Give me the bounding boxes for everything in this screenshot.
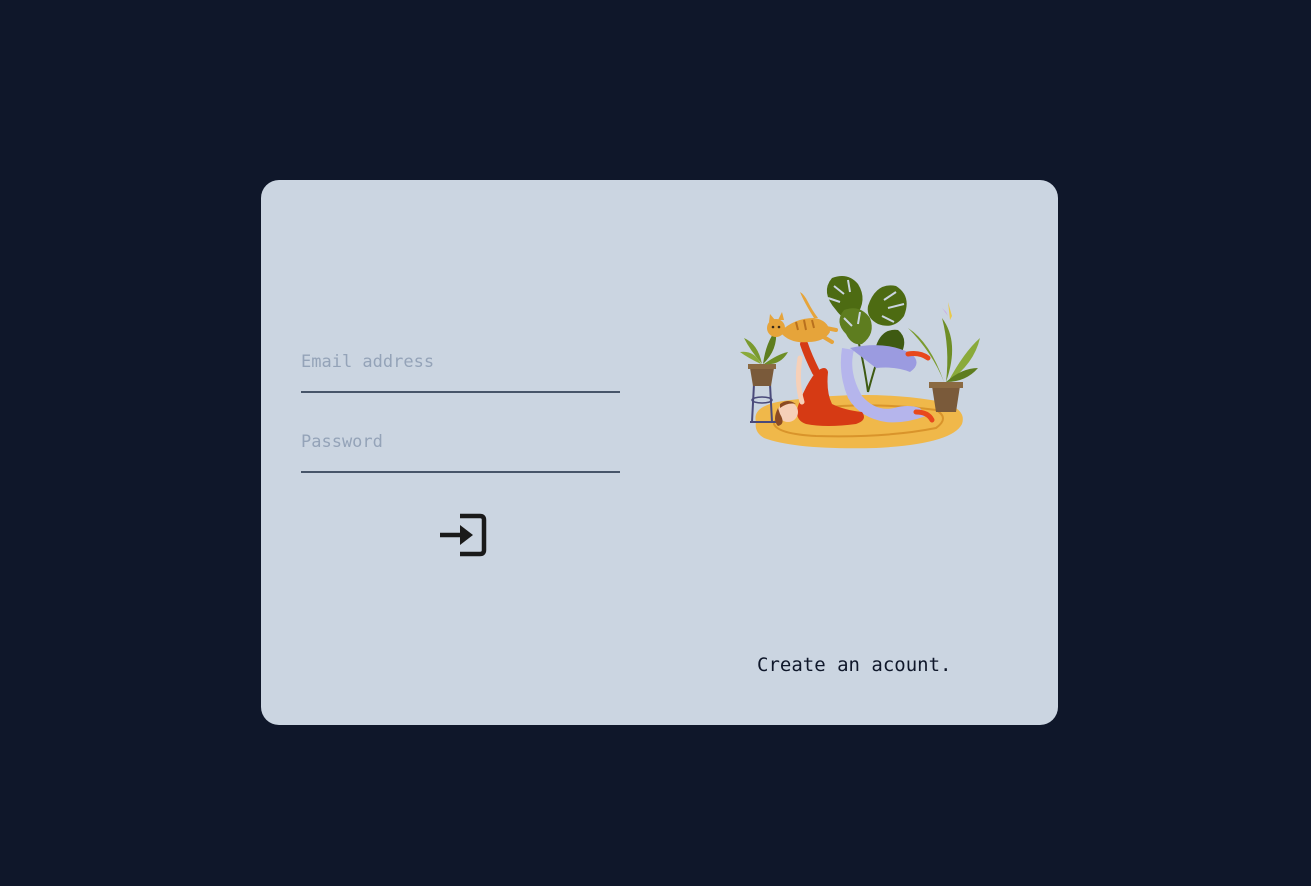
- login-form: [301, 338, 620, 498]
- password-field[interactable]: [301, 432, 620, 452]
- email-field-container: [301, 338, 620, 393]
- create-account-link[interactable]: Create an acount.: [757, 654, 951, 676]
- login-card: Create an acount.: [261, 180, 1058, 725]
- password-field-container: [301, 418, 620, 473]
- woman-with-cat-and-plants-illustration: [740, 276, 980, 449]
- login-icon[interactable]: [439, 511, 487, 559]
- email-field[interactable]: [301, 352, 620, 372]
